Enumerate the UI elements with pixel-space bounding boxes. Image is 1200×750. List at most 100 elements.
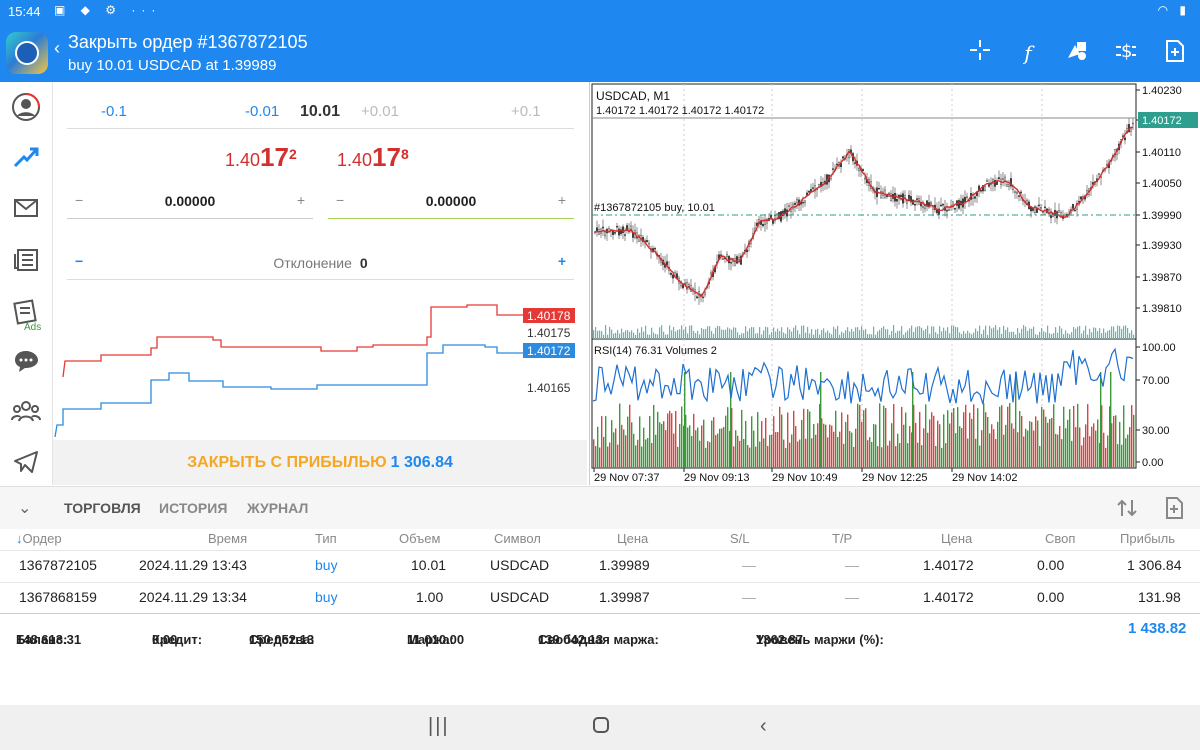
cell-price-current: 1.40172 <box>923 557 974 573</box>
time-tick-label: 29 Nov 07:37 <box>594 472 659 484</box>
header-order[interactable]: ↓Ордер <box>16 531 62 546</box>
cell-swap: 0.00 <box>1037 589 1065 605</box>
chat-icon[interactable] <box>10 348 42 380</box>
svg-text:$: $ <box>1121 41 1132 62</box>
table-row[interactable]: 1367868159 2024.11.29 13:34 buy 1.00 USD… <box>0 582 1200 614</box>
indicators-icon[interactable]: f <box>1014 39 1042 67</box>
recents-icon[interactable]: ||| <box>428 715 450 738</box>
close-with-profit-button[interactable]: ЗАКРЫТЬ С ПРИБЫЛЬЮ 1 306.84 <box>53 440 587 485</box>
ask-price: 1.40178 <box>337 142 409 178</box>
news-icon[interactable] <box>10 248 42 280</box>
account-icon[interactable] <box>10 92 42 124</box>
time-tick-label: 29 Nov 14:02 <box>952 472 1017 484</box>
close-button-label: ЗАКРЫТЬ С ПРИБЫЛЬЮ <box>187 454 387 471</box>
tp-plus[interactable]: + <box>558 192 566 208</box>
rsi-tick-label: 100.00 <box>1142 342 1176 354</box>
app-logo[interactable] <box>6 32 48 74</box>
rsi-label: RSI(14) 76.31 Volumes 2 <box>594 345 717 357</box>
mail-icon[interactable] <box>10 196 42 228</box>
table-header: ↓Ордер Время Тип Объем Символ Цена S/L T… <box>0 529 1200 550</box>
volume-minus-001[interactable]: -0.01 <box>245 103 279 120</box>
cell-volume: 10.01 <box>411 557 447 573</box>
cell-sl: — <box>742 557 756 573</box>
chart-ohlc: 1.40172 1.40172 1.40172 1.40172 <box>596 105 764 117</box>
cell-symbol: USDCAD <box>490 589 550 605</box>
ask-tick-label: 1.40178 <box>527 309 571 323</box>
header-tp[interactable]: T/P <box>832 531 852 546</box>
new-order-icon[interactable] <box>1161 39 1189 67</box>
cell-sl: — <box>742 589 756 605</box>
page-subtitle: buy 10.01 USDCAD at 1.39989 <box>68 57 277 74</box>
cell-price-current: 1.40172 <box>923 589 974 605</box>
header-price-current[interactable]: Цена <box>941 531 972 546</box>
header-sl[interactable]: S/L <box>730 531 750 546</box>
cell-volume: 1.00 <box>416 589 444 605</box>
volume-plus-01[interactable]: +0.1 <box>511 103 541 120</box>
price-tick-label: 1.39990 <box>1142 210 1182 222</box>
cell-type: buy <box>315 557 338 573</box>
trade-icon[interactable]: $ <box>1112 39 1140 67</box>
low-tick-label: 1.40165 <box>527 381 571 395</box>
community-icon[interactable] <box>10 398 42 430</box>
bid-sup: 2 <box>288 146 297 162</box>
cell-tp: — <box>845 589 859 605</box>
home-icon[interactable] <box>592 716 610 740</box>
tab-history[interactable]: ИСТОРИЯ <box>159 500 227 516</box>
volume-plus-001[interactable]: +0.01 <box>361 103 399 120</box>
header-swap[interactable]: Своп <box>1045 531 1075 546</box>
sidebar: Ads <box>0 82 53 485</box>
header-time[interactable]: Время <box>208 531 247 546</box>
tab-trade[interactable]: ТОРГОВЛЯ <box>64 500 141 516</box>
cell-profit: 1 306.84 <box>1127 557 1182 573</box>
deviation-plus[interactable]: + <box>558 253 566 269</box>
collapse-icon[interactable]: ⌄ <box>18 498 31 518</box>
new-order-small-icon[interactable] <box>1165 496 1185 525</box>
cell-swap: 0.00 <box>1037 557 1065 573</box>
objects-icon[interactable] <box>1063 39 1091 67</box>
tick-chart: 1.40178 1.40175 1.40172 1.40165 <box>54 304 575 437</box>
tab-journal[interactable]: ЖУРНАЛ <box>247 500 308 516</box>
take-profit-field[interactable]: − 0.00000 + <box>328 186 574 219</box>
header-symbol[interactable]: Символ <box>494 531 541 546</box>
price-tick-label: 1.39930 <box>1142 240 1182 252</box>
price-chart[interactable]: USDCAD, M1 1.40172 1.40172 1.40172 1.401… <box>589 82 1200 485</box>
header-profit[interactable]: Прибыль <box>1120 531 1175 546</box>
stop-loss-field[interactable]: − 0.00000 + <box>67 186 313 219</box>
volume-value[interactable]: 10.01 <box>300 103 340 121</box>
telegram-icon[interactable] <box>10 450 42 482</box>
header-volume[interactable]: Объем <box>399 531 440 546</box>
price-tick-label: 1.40172 <box>1142 115 1182 127</box>
system-nav-bar: ||| ‹ <box>0 705 1200 750</box>
page-title: Закрыть ордер #1367872105 <box>68 32 308 52</box>
table-row[interactable]: 1367872105 2024.11.29 13:43 buy 10.01 US… <box>0 550 1200 582</box>
sl-plus[interactable]: + <box>297 192 305 208</box>
bid-big: 17 <box>260 142 289 172</box>
price-tick-label: 1.40050 <box>1142 178 1182 190</box>
crosshair-icon[interactable] <box>966 39 994 67</box>
ads-label: Ads <box>24 322 42 333</box>
cell-time: 2024.11.29 13:34 <box>139 589 247 605</box>
cell-profit: 131.98 <box>1138 589 1181 605</box>
order-line-label: #1367872105 buy, 10.01 <box>594 202 715 214</box>
quotes-icon[interactable] <box>10 144 42 176</box>
deviation-field[interactable]: − Отклонение 0 + <box>67 247 574 280</box>
price-tick-label: 1.39870 <box>1142 272 1182 284</box>
bid-tick-line <box>54 344 523 437</box>
volume-minus-01[interactable]: -0.1 <box>101 103 127 120</box>
status-right-icons: ◠ ▮ <box>1157 3 1190 17</box>
ask-tick-line <box>62 304 523 378</box>
header-type[interactable]: Тип <box>315 531 337 546</box>
header-price-open[interactable]: Цена <box>617 531 648 546</box>
ask-prefix: 1.40 <box>337 150 373 170</box>
bid-prefix: 1.40 <box>225 150 261 170</box>
back-nav-icon[interactable]: ‹ <box>760 715 767 738</box>
status-time: 15:44 <box>8 4 41 19</box>
ask-big: 17 <box>372 142 401 172</box>
price-tick-label: 1.39810 <box>1142 303 1182 315</box>
back-icon[interactable]: ‹ <box>54 38 60 59</box>
sort-icon[interactable] <box>1116 497 1138 524</box>
rsi-tick-label: 30.00 <box>1142 425 1170 437</box>
total-profit: 1 438.82 <box>1128 620 1187 637</box>
close-button-value: 1 306.84 <box>390 454 453 471</box>
tp-value: 0.00000 <box>425 193 477 209</box>
